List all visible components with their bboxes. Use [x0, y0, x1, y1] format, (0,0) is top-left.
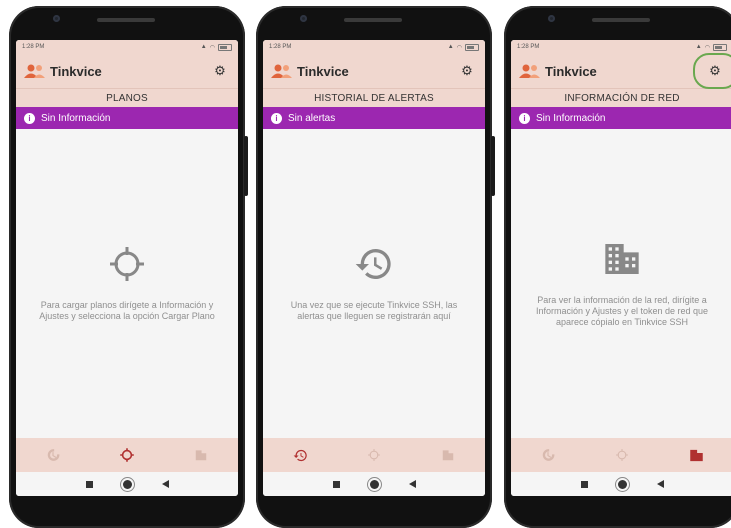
info-banner: i Sin Información: [16, 107, 238, 129]
info-icon: i: [519, 112, 530, 124]
speaker: [592, 18, 650, 22]
battery-icon: [713, 43, 727, 51]
building-icon: [689, 449, 703, 461]
app-title: Tinkvice: [297, 63, 349, 79]
empty-message: Para cargar planos dirígete a Informació…: [39, 300, 215, 321]
battery-icon: [218, 43, 232, 51]
battery-icon: [465, 43, 479, 51]
history-icon: [47, 449, 60, 461]
bottom-nav: [16, 438, 238, 472]
crosshair-icon: [368, 449, 380, 461]
nav-historial[interactable]: [528, 438, 568, 472]
phone-planos: 1:28 PM ▲ ◠ Tinkvice ⚙ PLANOS i Sin Infor…: [9, 6, 248, 528]
info-icon: i: [24, 112, 35, 124]
brand: Tinkvice: [519, 63, 597, 79]
status-time: 1:28 PM: [517, 44, 540, 50]
users-logo-icon: [271, 64, 292, 78]
bottom-nav: [511, 438, 731, 472]
empty-state: Para ver la información de la red, diríg…: [511, 128, 731, 438]
back-button[interactable]: [656, 480, 664, 488]
empty-message: Para ver la información de la red, diríg…: [535, 294, 709, 327]
empty-state: Para cargar planos dirígete a Informació…: [16, 128, 238, 438]
app-bar: Tinkvice ⚙: [511, 53, 731, 89]
app-title: Tinkvice: [545, 63, 597, 79]
empty-state: Una vez que se ejecute Tinkvice SSH, las…: [263, 128, 485, 438]
app-bar: Tinkvice ⚙: [16, 54, 238, 88]
recents-button[interactable]: [332, 480, 340, 488]
building-icon: [605, 243, 639, 274]
system-nav: [16, 472, 238, 496]
home-button[interactable]: [617, 479, 627, 489]
building-icon: [442, 450, 454, 461]
section-title: PLANOS: [16, 88, 238, 107]
crosshair-icon: [110, 247, 144, 281]
phone-historial: 1:28 PM ▲ ◠ Tinkvice ⚙ HISTORIAL DE ALERT…: [256, 6, 495, 528]
home-button[interactable]: [369, 479, 379, 489]
camera: [53, 15, 60, 22]
users-logo-icon: [24, 64, 45, 78]
status-time: 1:28 PM: [22, 44, 45, 50]
nav-historial[interactable]: [33, 438, 73, 472]
building-icon: [195, 450, 207, 461]
recents-button[interactable]: [85, 480, 93, 488]
nav-historial[interactable]: [280, 438, 320, 472]
nav-red[interactable]: [181, 438, 221, 472]
nav-red[interactable]: [428, 438, 468, 472]
crosshair-icon: [120, 448, 134, 462]
camera: [300, 15, 307, 22]
history-icon: [355, 249, 391, 279]
info-banner-text: Sin Información: [41, 112, 111, 124]
brand: Tinkvice: [24, 63, 102, 79]
app-title: Tinkvice: [50, 63, 102, 79]
settings-gear-icon[interactable]: ⚙: [210, 61, 230, 81]
recents-button[interactable]: [580, 480, 588, 488]
status-bar: 1:28 PM ▲ ◠: [16, 40, 238, 54]
bottom-nav: [263, 438, 485, 472]
wifi-icon: ◠: [704, 44, 710, 51]
back-button[interactable]: [161, 480, 169, 488]
info-banner-text: Sin Información: [536, 112, 606, 124]
speaker: [97, 18, 155, 22]
system-nav: [263, 472, 485, 496]
info-banner: i Sin alertas: [263, 107, 485, 129]
home-button[interactable]: [122, 479, 132, 489]
screen: 1:28 PM ▲ ◠ Tinkvice ⚙ HISTORIAL DE ALERT…: [263, 40, 485, 496]
phone-red: 1:28 PM ▲ ◠ Tinkvice ⚙ INFORMACIÓN DE RED…: [504, 6, 731, 528]
back-button[interactable]: [408, 480, 416, 488]
section-title: INFORMACIÓN DE RED: [511, 88, 731, 107]
screen: 1:28 PM ▲ ◠ Tinkvice ⚙ PLANOS i Sin Infor…: [16, 40, 238, 496]
signal-icon: ▲: [200, 44, 207, 50]
status-bar: 1:28 PM ▲ ◠: [511, 40, 731, 54]
info-icon: i: [271, 112, 282, 124]
signal-icon: ▲: [447, 44, 454, 50]
section-title: HISTORIAL DE ALERTAS: [263, 88, 485, 107]
status-time: 1:28 PM: [269, 44, 292, 50]
wifi-icon: ◠: [209, 44, 215, 51]
history-icon: [293, 449, 307, 461]
info-banner-text: Sin alertas: [288, 112, 336, 124]
nav-planos[interactable]: [107, 438, 147, 472]
info-banner: i Sin Información: [511, 107, 731, 129]
system-nav: [511, 472, 731, 496]
status-bar: 1:28 PM ▲ ◠: [263, 40, 485, 54]
settings-gear-icon[interactable]: ⚙: [457, 61, 477, 81]
screen: 1:28 PM ▲ ◠ Tinkvice ⚙ INFORMACIÓN DE RED…: [511, 40, 731, 496]
brand: Tinkvice: [271, 63, 349, 79]
nav-planos[interactable]: [354, 438, 394, 472]
wifi-icon: ◠: [456, 44, 462, 51]
nav-red[interactable]: [676, 438, 716, 472]
history-icon: [542, 449, 555, 461]
empty-message: Una vez que se ejecute Tinkvice SSH, las…: [290, 300, 458, 321]
signal-icon: ▲: [695, 44, 702, 50]
crosshair-icon: [616, 449, 628, 461]
nav-planos[interactable]: [602, 438, 642, 472]
camera: [548, 15, 555, 22]
speaker: [344, 18, 402, 22]
app-bar: Tinkvice ⚙: [263, 54, 485, 88]
users-logo-icon: [519, 64, 540, 78]
settings-gear-icon[interactable]: ⚙: [693, 53, 731, 89]
